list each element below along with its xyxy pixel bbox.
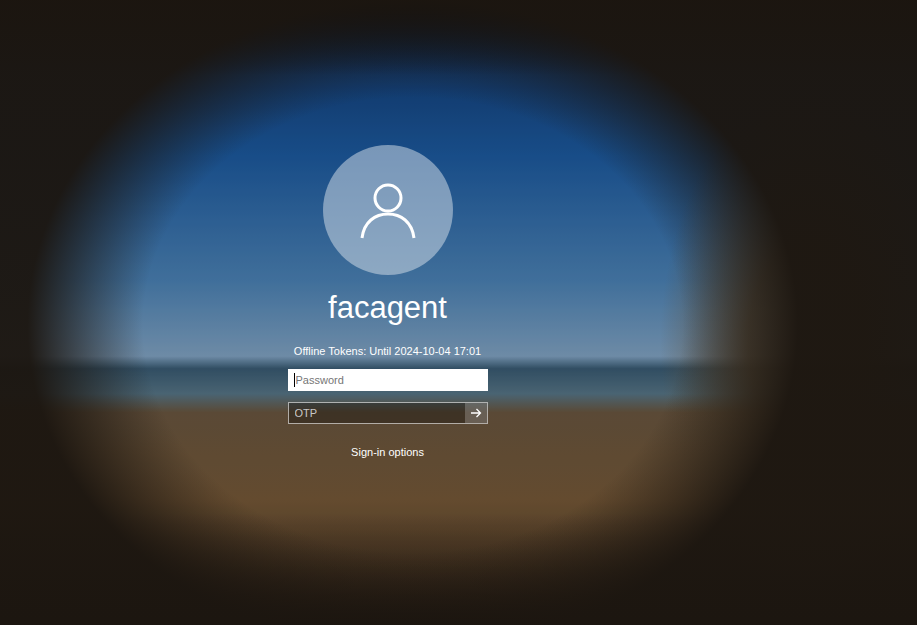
submit-button[interactable] bbox=[465, 403, 487, 423]
offline-tokens-status: Offline Tokens: Until 2024-10-04 17:01 bbox=[294, 344, 481, 358]
sign-in-options-link[interactable]: Sign-in options bbox=[351, 445, 424, 459]
credential-input[interactable] bbox=[289, 403, 465, 423]
user-avatar-icon bbox=[323, 145, 453, 275]
lock-screen: facagent Offline Tokens: Until 2024-10-04… bbox=[0, 0, 917, 625]
sign-in-panel: facagent Offline Tokens: Until 2024-10-04… bbox=[0, 0, 917, 625]
background-photo bbox=[0, 0, 917, 625]
credential-field bbox=[288, 402, 488, 424]
person-icon bbox=[356, 178, 420, 242]
user-name: facagent bbox=[328, 289, 447, 327]
credential-field bbox=[288, 369, 488, 391]
credential-input[interactable] bbox=[294, 373, 487, 387]
arrow-right-icon bbox=[470, 407, 482, 419]
